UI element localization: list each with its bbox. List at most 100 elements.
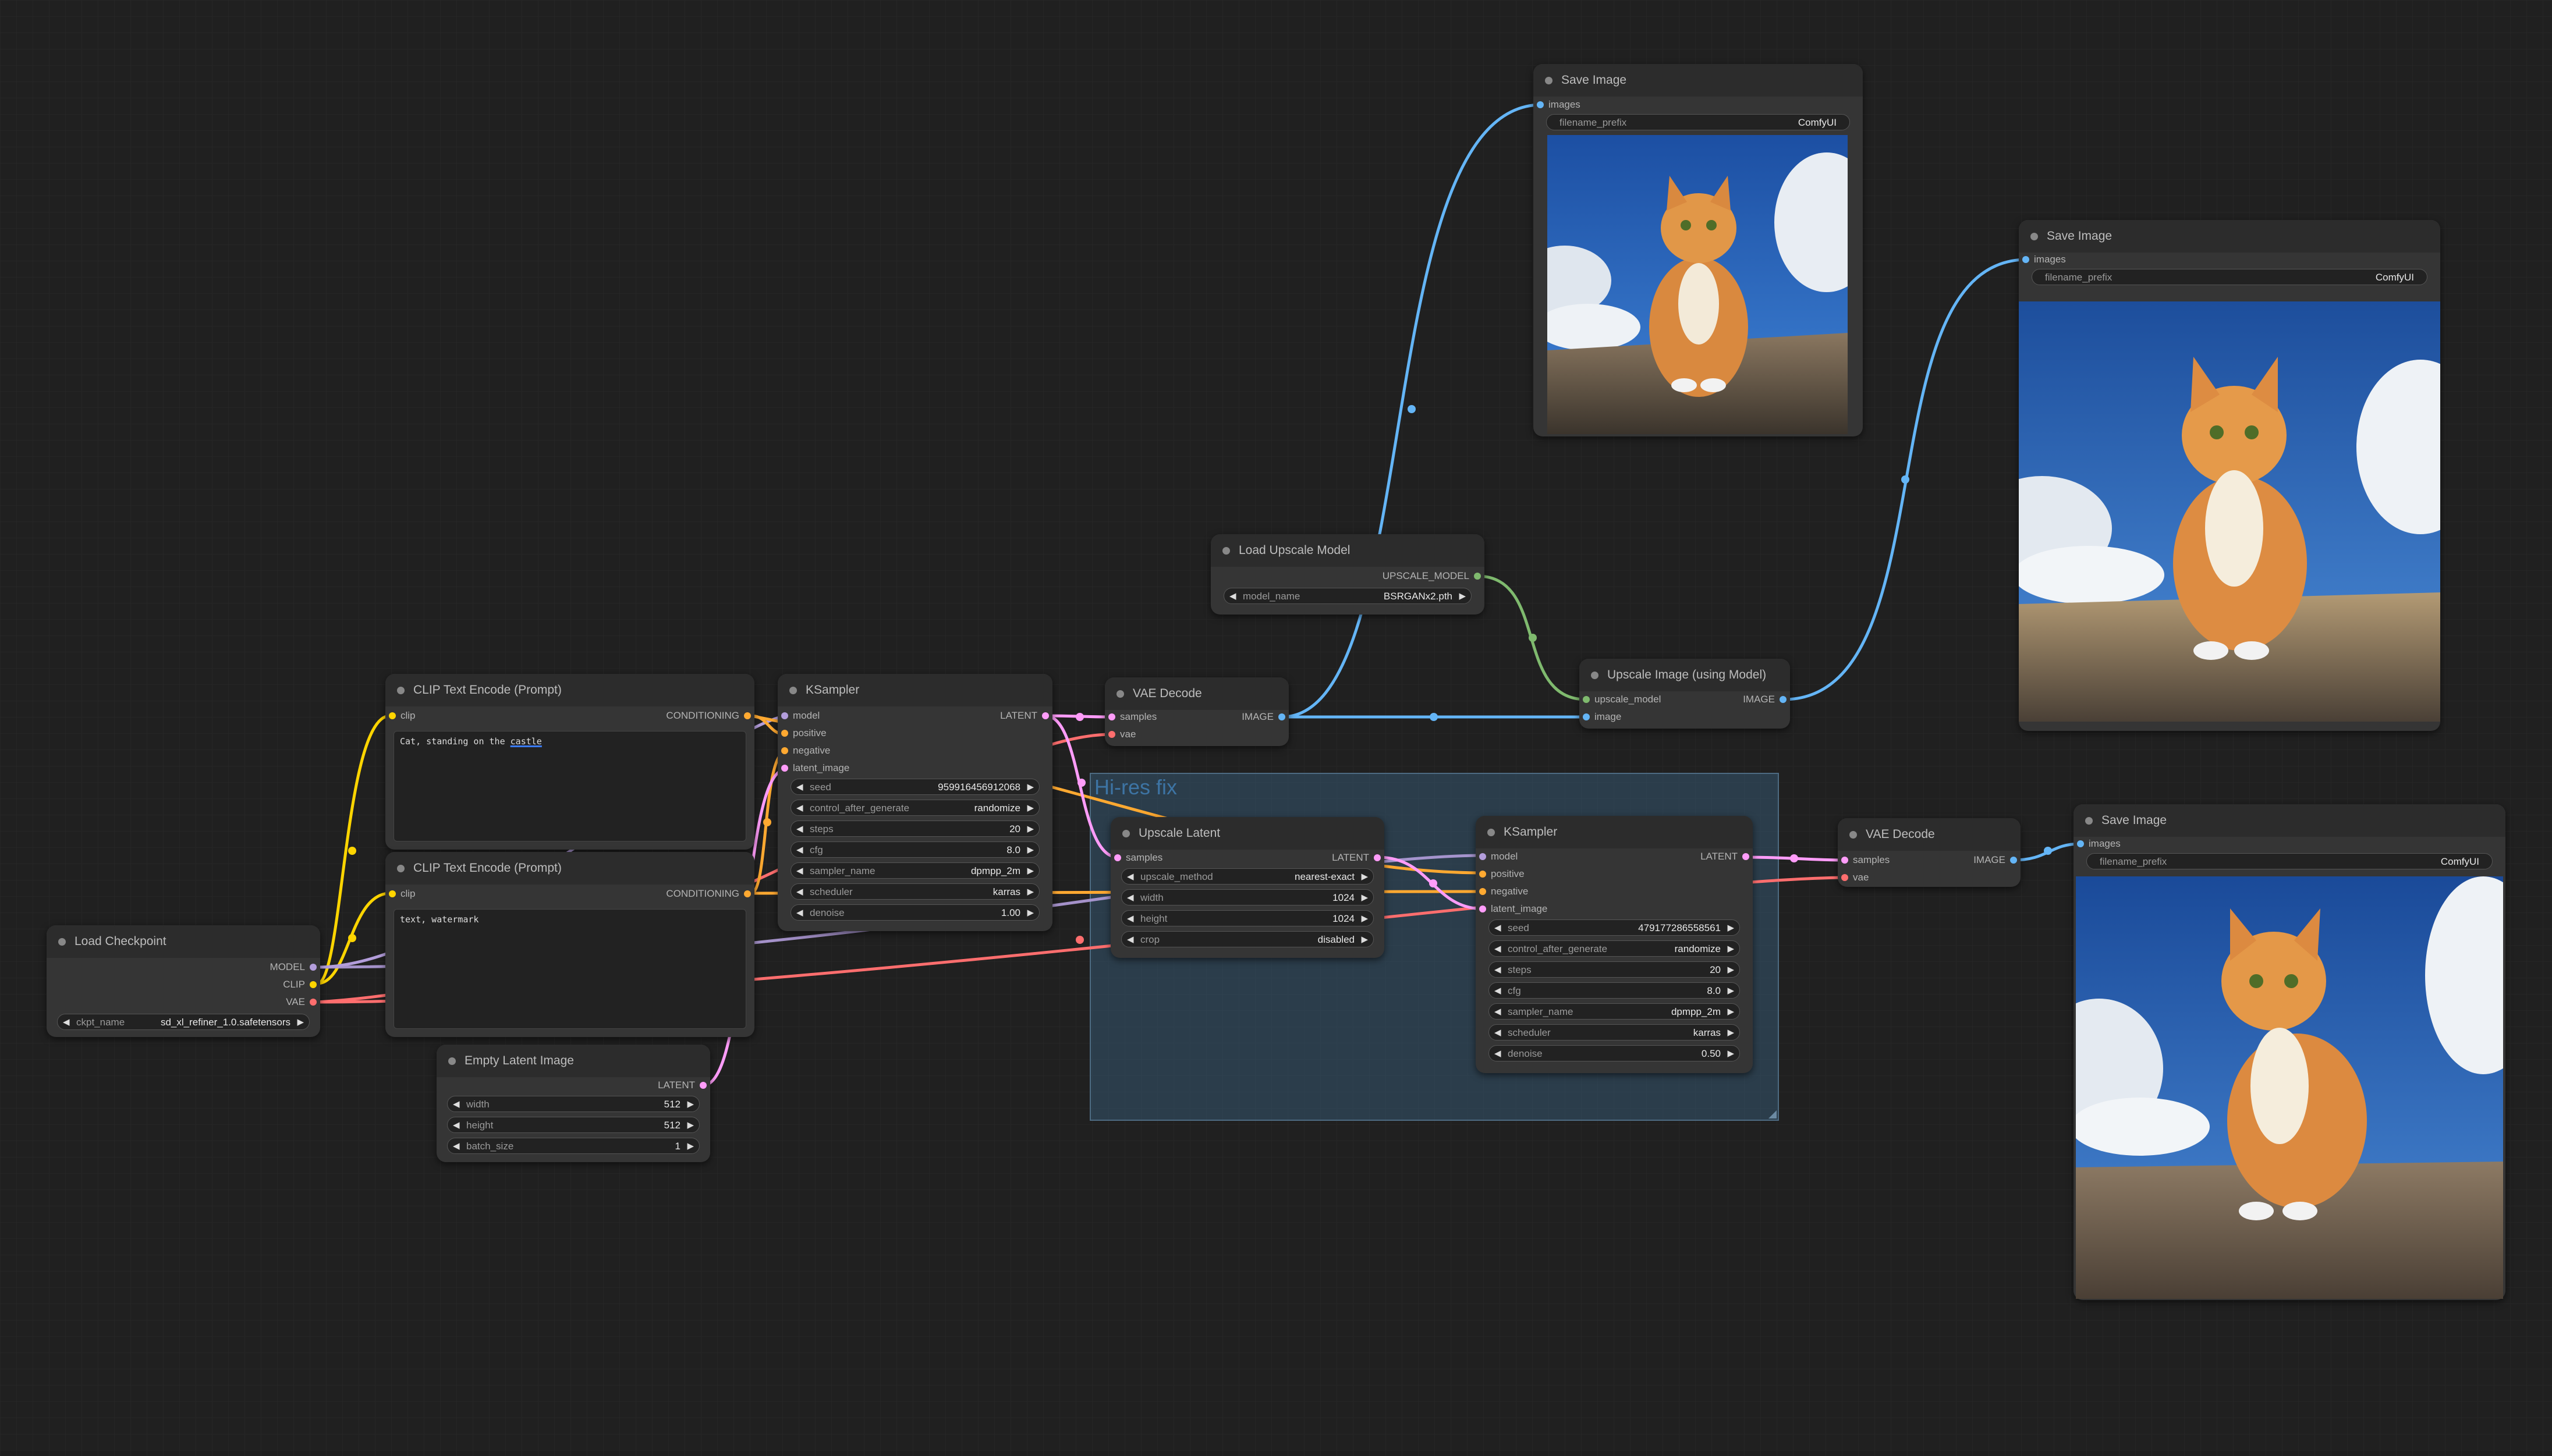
input-images[interactable]: images: [1533, 98, 1580, 112]
collapse-dot-icon[interactable]: [2030, 233, 2038, 240]
arrow-right-icon[interactable]: ▶: [297, 1014, 304, 1031]
collapse-dot-icon[interactable]: [397, 865, 405, 872]
prompt-textarea[interactable]: Cat, standing on the castle: [394, 731, 746, 841]
node-save-image-2[interactable]: Save Image images filename_prefix ComfyUI: [2019, 220, 2440, 731]
input-upscale-model[interactable]: upscale_model: [1579, 693, 1661, 706]
node-upscale-latent[interactable]: Upscale Latent samples LATENT ◀ upscale_m…: [1111, 817, 1384, 958]
preview-image[interactable]: [2076, 876, 2503, 1299]
filename-prefix-input[interactable]: filename_prefix ComfyUI: [1546, 114, 1850, 130]
output-latent[interactable]: LATENT: [1000, 709, 1052, 723]
input-negative[interactable]: negative: [778, 744, 830, 758]
preview-image[interactable]: [2019, 301, 2440, 722]
arrow-left-icon[interactable]: ◀: [63, 1014, 70, 1031]
collapse-dot-icon[interactable]: [1116, 690, 1124, 698]
collapse-dot-icon[interactable]: [58, 938, 66, 946]
node-upscale-image-using-model[interactable]: Upscale Image (using Model) upscale_mode…: [1579, 659, 1790, 729]
input-clip[interactable]: clip: [385, 709, 416, 723]
cfg-widget[interactable]: ◀ cfg 8.0 ▶: [791, 841, 1040, 858]
node-title[interactable]: Load Checkpoint: [47, 925, 320, 958]
input-positive[interactable]: positive: [778, 726, 827, 740]
model-name-combo[interactable]: ◀ model_name BSRGANx2.pth ▶: [1224, 588, 1472, 604]
input-latent-image[interactable]: latent_image: [778, 761, 849, 775]
input-images[interactable]: images: [2019, 253, 2066, 267]
control-after-generate-widget[interactable]: ◀ control_after_generate randomize ▶: [1488, 940, 1740, 957]
scheduler-widget[interactable]: ◀ scheduler karras ▶: [1488, 1024, 1740, 1040]
collapse-dot-icon[interactable]: [448, 1057, 456, 1065]
denoise-widget[interactable]: ◀ denoise 0.50 ▶: [1488, 1045, 1740, 1061]
output-conditioning[interactable]: CONDITIONING: [666, 709, 754, 723]
collapse-dot-icon[interactable]: [1849, 831, 1857, 839]
node-title[interactable]: Save Image: [2019, 220, 2440, 253]
input-model[interactable]: model: [1476, 850, 1518, 864]
sampler-name-widget[interactable]: ◀ sampler_name dpmpp_2m ▶: [791, 862, 1040, 879]
collapse-dot-icon[interactable]: [1487, 829, 1495, 836]
input-model[interactable]: model: [778, 709, 820, 723]
node-load-upscale-model[interactable]: Load Upscale Model UPSCALE_MODEL ◀ model_…: [1211, 534, 1484, 615]
cfg-widget[interactable]: ◀ cfg 8.0 ▶: [1488, 982, 1740, 999]
node-ksampler-2[interactable]: KSampler model positive negative latent_…: [1476, 816, 1753, 1073]
input-image[interactable]: image: [1579, 710, 1621, 724]
collapse-dot-icon[interactable]: [1122, 830, 1130, 837]
node-title[interactable]: Save Image: [1533, 64, 1863, 97]
prompt-textarea[interactable]: text, watermark: [394, 909, 746, 1029]
collapse-dot-icon[interactable]: [789, 687, 797, 694]
output-latent[interactable]: LATENT: [1332, 851, 1384, 865]
node-title[interactable]: Save Image: [2074, 804, 2505, 837]
output-image[interactable]: IMAGE: [1973, 853, 2021, 867]
node-title[interactable]: KSampler: [1476, 816, 1753, 848]
ckpt-name-combo[interactable]: ◀ ckpt_name sd_xl_refiner_1.0.safetensor…: [57, 1014, 310, 1030]
node-vae-decode-2[interactable]: VAE Decode samples vae IMAGE: [1838, 818, 2021, 887]
input-samples[interactable]: samples: [1105, 710, 1157, 724]
seed-widget[interactable]: ◀ seed 479177286558561 ▶: [1488, 919, 1740, 936]
output-clip[interactable]: CLIP: [283, 978, 320, 992]
node-title[interactable]: CLIP Text Encode (Prompt): [385, 674, 754, 706]
input-samples[interactable]: samples: [1111, 851, 1162, 865]
node-title[interactable]: Upscale Latent: [1111, 817, 1384, 850]
output-upscale-model[interactable]: UPSCALE_MODEL: [1383, 569, 1484, 583]
output-conditioning[interactable]: CONDITIONING: [666, 887, 754, 901]
width-widget[interactable]: ◀ width 512 ▶: [447, 1096, 700, 1112]
node-title[interactable]: KSampler: [778, 674, 1052, 706]
collapse-dot-icon[interactable]: [2085, 817, 2093, 825]
scheduler-widget[interactable]: ◀ scheduler karras ▶: [791, 883, 1040, 900]
input-samples[interactable]: samples: [1838, 853, 1890, 867]
input-latent-image[interactable]: latent_image: [1476, 902, 1547, 916]
filename-prefix-input[interactable]: filename_prefix ComfyUI: [2086, 853, 2493, 869]
sampler-name-widget[interactable]: ◀ sampler_name dpmpp_2m ▶: [1488, 1003, 1740, 1020]
collapse-dot-icon[interactable]: [1222, 547, 1230, 555]
collapse-dot-icon[interactable]: [1545, 77, 1553, 84]
node-clip-text-encode-positive[interactable]: CLIP Text Encode (Prompt) clip CONDITION…: [385, 674, 754, 850]
node-title[interactable]: VAE Decode: [1838, 818, 2021, 851]
node-title[interactable]: Load Upscale Model: [1211, 534, 1484, 567]
output-vae[interactable]: VAE: [286, 995, 320, 1009]
node-empty-latent-image[interactable]: Empty Latent Image LATENT ◀ width 512 ▶ ◀ he…: [437, 1045, 710, 1162]
node-title[interactable]: Empty Latent Image: [437, 1045, 710, 1077]
group-resize-handle[interactable]: [1768, 1110, 1777, 1118]
input-images[interactable]: images: [2074, 837, 2121, 851]
node-vae-decode-1[interactable]: VAE Decode samples vae IMAGE: [1105, 677, 1289, 746]
preview-image[interactable]: [1547, 135, 1848, 434]
node-load-checkpoint[interactable]: Load Checkpoint MODEL CLIP VAE ◀ ckpt_na…: [47, 925, 320, 1037]
control-after-generate-widget[interactable]: ◀ control_after_generate randomize ▶: [791, 800, 1040, 816]
collapse-dot-icon[interactable]: [1591, 672, 1598, 679]
node-title[interactable]: VAE Decode: [1105, 677, 1289, 710]
batch-size-widget[interactable]: ◀ batch_size 1 ▶: [447, 1138, 700, 1154]
node-title[interactable]: CLIP Text Encode (Prompt): [385, 852, 754, 885]
input-negative[interactable]: negative: [1476, 885, 1528, 899]
node-ksampler-1[interactable]: KSampler model positive negative latent_…: [778, 674, 1052, 931]
upscale-method-widget[interactable]: ◀ upscale_method nearest-exact ▶: [1121, 868, 1374, 885]
steps-widget[interactable]: ◀ steps 20 ▶: [1488, 961, 1740, 978]
node-save-image-1[interactable]: Save Image images filename_prefix ComfyUI: [1533, 64, 1863, 436]
filename-prefix-input[interactable]: filename_prefix ComfyUI: [2032, 269, 2427, 285]
steps-widget[interactable]: ◀ steps 20 ▶: [791, 821, 1040, 837]
output-image[interactable]: IMAGE: [1242, 710, 1289, 724]
output-image[interactable]: IMAGE: [1743, 693, 1790, 706]
output-model[interactable]: MODEL: [270, 960, 320, 974]
output-latent[interactable]: LATENT: [1700, 850, 1753, 864]
crop-widget[interactable]: ◀ crop disabled ▶: [1121, 931, 1374, 947]
denoise-widget[interactable]: ◀ denoise 1.00 ▶: [791, 904, 1040, 921]
input-positive[interactable]: positive: [1476, 867, 1525, 881]
input-clip[interactable]: clip: [385, 887, 416, 901]
node-save-image-3[interactable]: Save Image images filename_prefix ComfyUI: [2074, 804, 2505, 1300]
node-title[interactable]: Upscale Image (using Model): [1579, 659, 1790, 691]
